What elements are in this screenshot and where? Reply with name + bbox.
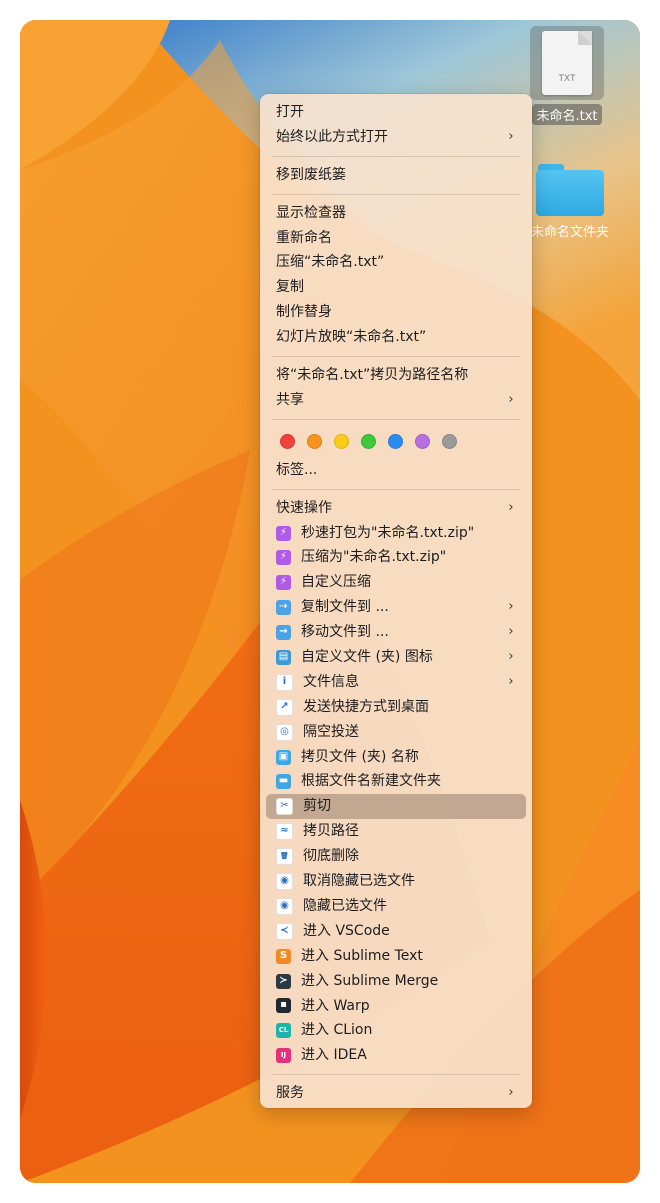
menu-item-quick-action[interactable]: i 文件信息 › [266, 670, 526, 695]
menu-item-compress[interactable]: 压缩“未命名.txt” [266, 250, 526, 275]
menu-separator [272, 356, 520, 358]
menu-item-open[interactable]: 打开 [266, 100, 526, 125]
menu-separator [272, 488, 520, 490]
menu-item-quick-action[interactable]: ▬ 根据文件名新建文件夹 [266, 769, 526, 794]
sublime-merge-icon: ≻ [276, 973, 291, 989]
menu-item-quick-action[interactable]: ≈ 拷贝路径 [266, 819, 526, 844]
context-menu: 打开 始终以此方式打开 › 移到废纸篓 显示检查器 重新命名 压缩“未命名.tx… [260, 94, 532, 1108]
cut-icon: ✂ [276, 798, 293, 816]
menu-item-quick-action[interactable]: ≺ 进入 VSCode [266, 919, 526, 944]
warp-icon: ▪ [276, 998, 291, 1014]
chevron-right-icon: › [508, 599, 514, 615]
chevron-right-icon: › [508, 128, 514, 144]
vscode-icon: ≺ [276, 922, 293, 940]
tag-color-dot[interactable] [361, 434, 376, 450]
tag-color-dot[interactable] [307, 434, 322, 450]
menu-item-tags[interactable]: 标签... [266, 458, 526, 483]
menu-item-quick-action[interactable]: ◉ 隐藏已选文件 [266, 894, 526, 919]
airdrop-icon: ◎ [276, 723, 293, 741]
menu-item-quick-actions[interactable]: 快速操作 › [266, 496, 526, 521]
menu-item-duplicate[interactable]: 复制 [266, 275, 526, 300]
menu-item-quick-action[interactable]: S 进入 Sublime Text [266, 944, 526, 969]
custom-compress-icon: ⚡ [276, 575, 291, 591]
menu-item-move-to-trash[interactable]: 移到废纸篓 [266, 163, 526, 188]
chevron-right-icon: › [508, 1085, 514, 1101]
file-label: 未命名.txt [532, 104, 602, 125]
unhide-eye-icon: ◉ [276, 872, 293, 890]
copy-file-icon: ⇢ [276, 600, 291, 616]
tag-color-dot[interactable] [415, 434, 430, 450]
menu-item-quick-action[interactable]: ▣ 拷贝文件 (夹) 名称 [266, 745, 526, 770]
menu-item-quick-action[interactable]: ⚡ 自定义压缩 [266, 570, 526, 595]
menu-item-quick-action[interactable]: IJ 进入 IDEA [266, 1043, 526, 1068]
menu-item-quick-action[interactable]: ▤ 自定义文件 (夹) 图标 › [266, 645, 526, 670]
menu-item-quick-action[interactable]: ⇢ 复制文件到 ... › [266, 595, 526, 620]
trash-icon: 🗑 [276, 848, 293, 866]
menu-item-quick-action[interactable]: ⚡ 秒速打包为"未命名.txt.zip" [266, 521, 526, 546]
custom-folder-icon: ▤ [276, 649, 291, 665]
chevron-right-icon: › [508, 649, 514, 665]
menu-item-services[interactable]: 服务 › [266, 1081, 526, 1106]
desktop-file-txt[interactable]: TXT 未命名.txt [528, 26, 606, 125]
menu-item-quick-action[interactable]: ▪ 进入 Warp [266, 994, 526, 1019]
tag-color-dot[interactable] [442, 434, 457, 450]
menu-item-quick-action[interactable]: CL 进入 CLion [266, 1018, 526, 1043]
new-folder-icon: ▬ [276, 774, 291, 790]
chevron-right-icon: › [508, 624, 514, 640]
desktop: TXT 未命名.txt 未命名文件夹 打开 始终以此方式打开 › 移到废纸篓 显… [20, 20, 640, 1183]
clion-icon: CL [276, 1023, 291, 1039]
menu-separator [272, 155, 520, 157]
move-file-icon: → [276, 625, 291, 641]
zip-fast-icon: ⚡ [276, 525, 291, 541]
menu-item-copy-as-pathname[interactable]: 将“未命名.txt”拷贝为路径名称 [266, 363, 526, 388]
tag-color-dot[interactable] [334, 434, 349, 450]
menu-item-quick-action[interactable]: ≻ 进入 Sublime Merge [266, 969, 526, 994]
menu-item-quick-action[interactable]: ◎ 隔空投送 [266, 720, 526, 745]
chevron-right-icon: › [508, 391, 514, 407]
copy-name-icon: ▣ [276, 749, 291, 765]
menu-item-share[interactable]: 共享 › [266, 388, 526, 413]
menu-item-quick-action[interactable]: ◉ 取消隐藏已选文件 [266, 869, 526, 894]
menu-separator [272, 1074, 520, 1076]
folder-icon [536, 164, 604, 216]
copy-path-icon: ≈ [276, 823, 293, 841]
file-selection-box: TXT [530, 26, 604, 100]
compress-icon: ⚡ [276, 550, 291, 566]
folder-label: 未命名文件夹 [530, 225, 609, 240]
menu-separator [272, 418, 520, 420]
tag-color-dot[interactable] [280, 434, 295, 450]
menu-item-quick-action[interactable]: ✂ 剪切 [266, 794, 526, 820]
tag-colors-row [260, 426, 532, 458]
menu-item-quick-action[interactable]: ↗ 发送快捷方式到桌面 [266, 695, 526, 720]
menu-item-quick-action[interactable]: 🗑 彻底删除 [266, 844, 526, 869]
tag-color-dot[interactable] [388, 434, 403, 450]
menu-item-slideshow[interactable]: 幻灯片放映“未命名.txt” [266, 325, 526, 350]
shortcut-arrow-icon: ↗ [276, 698, 293, 716]
menu-item-show-inspector[interactable]: 显示检查器 [266, 201, 526, 226]
txt-document-icon: TXT [542, 31, 592, 95]
idea-icon: IJ [276, 1048, 291, 1064]
menu-item-quick-action[interactable]: → 移动文件到 ... › [266, 620, 526, 645]
sublime-text-icon: S [276, 948, 291, 964]
info-icon: i [276, 673, 293, 691]
hide-eye-icon: ◉ [276, 897, 293, 915]
menu-item-open-with[interactable]: 始终以此方式打开 › [266, 125, 526, 150]
menu-item-make-alias[interactable]: 制作替身 [266, 300, 526, 325]
menu-item-rename[interactable]: 重新命名 [266, 226, 526, 251]
menu-separator [272, 193, 520, 195]
menu-item-quick-action[interactable]: ⚡ 压缩为"未命名.txt.zip" [266, 545, 526, 570]
quick-actions-list: ⚡ 秒速打包为"未命名.txt.zip" ⚡ 压缩为"未命名.txt.zip" ⚡ 自定义… [260, 521, 532, 1069]
chevron-right-icon: › [508, 499, 514, 515]
chevron-right-icon: › [508, 673, 514, 689]
